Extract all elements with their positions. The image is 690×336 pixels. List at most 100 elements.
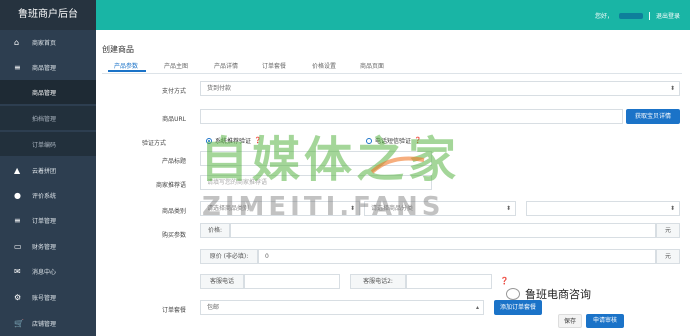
price-unit: 元 bbox=[656, 223, 680, 238]
sidebar-item-products[interactable]: ≡ 商品管理 bbox=[0, 55, 96, 79]
submit-review-button[interactable]: 申请审核 bbox=[586, 314, 624, 328]
category-placeholder: 请选择商品类别 bbox=[207, 205, 250, 212]
sidebar-item-label: 云着拼团 bbox=[32, 167, 57, 175]
cart-icon: 🛒 bbox=[14, 318, 24, 328]
sidebar-item-store[interactable]: 🛒 店铺管理 bbox=[0, 311, 96, 335]
sidebar-item-account[interactable]: ⚙ 账号管理 bbox=[0, 285, 96, 309]
select-arrow-icon: ▴ bbox=[475, 304, 479, 311]
title-input[interactable] bbox=[200, 151, 432, 166]
sidebar-item-label: 店铺管理 bbox=[32, 320, 57, 328]
category-placeholder: 请选择商品分类 bbox=[371, 205, 414, 212]
sidebar-item-finance[interactable]: ▭ 财务管理 bbox=[0, 234, 96, 258]
radio-checked-icon bbox=[206, 137, 212, 144]
active-tab-indicator bbox=[108, 70, 146, 72]
help-icon: ❓ bbox=[254, 137, 262, 144]
package-value: 包邮 bbox=[207, 304, 220, 311]
verify-option-sms[interactable]: 电话短信验证 ❓ bbox=[366, 136, 422, 145]
promo-label: 商家推荐语 bbox=[155, 182, 186, 189]
buy-label: 购买参数 bbox=[161, 232, 186, 239]
settings-icon: ⚙ bbox=[14, 292, 22, 302]
radio-label: 电话短信验证 bbox=[375, 138, 412, 145]
user-icon: ● bbox=[14, 190, 21, 200]
app-title: 鲁班商户后台 bbox=[0, 0, 96, 30]
sidebar-item-label: 账号管理 bbox=[32, 294, 57, 302]
main-content: 创建商品 产品参数 产品主图 产品详情 订单套餐 价格设置 商品页面 支付方式 … bbox=[96, 30, 690, 336]
mail-icon: ✉ bbox=[14, 266, 21, 276]
tab-detail[interactable]: 产品详情 bbox=[214, 61, 238, 70]
page-title: 创建商品 bbox=[102, 45, 134, 54]
phone-input[interactable] bbox=[244, 274, 340, 289]
sidebar-item-home[interactable]: ⌂ 商家首页 bbox=[0, 30, 96, 54]
radio-icon bbox=[366, 137, 372, 144]
sidebar-subitem-codes[interactable]: 订单编码 bbox=[0, 132, 96, 156]
help-icon: ❓ bbox=[500, 277, 509, 285]
username-badge[interactable] bbox=[618, 12, 643, 19]
package-select[interactable]: 包邮 ▴ bbox=[200, 300, 484, 315]
promo-input[interactable]: 请填写您的商家推荐语 bbox=[200, 175, 432, 190]
wechat-watermark: 鲁班电商咨询 bbox=[506, 286, 591, 302]
origin-price-unit: 元 bbox=[656, 249, 680, 264]
sidebar-item-label: 消息中心 bbox=[32, 268, 57, 276]
logout-link[interactable]: 退出登录 bbox=[656, 11, 680, 20]
tab-package[interactable]: 订单套餐 bbox=[262, 61, 286, 70]
pay-value: 货到付款 bbox=[207, 85, 232, 92]
sidebar-subitem-products[interactable]: 商品管理 bbox=[0, 80, 96, 104]
select-arrow-icon: ⬍ bbox=[505, 205, 511, 212]
category-select-2[interactable]: 请选择商品分类 ⬍ bbox=[364, 201, 516, 216]
category-select-3[interactable]: ⬍ bbox=[526, 201, 680, 216]
wallet-icon: ▭ bbox=[14, 241, 22, 251]
sidebar-item-label: 财务管理 bbox=[32, 243, 57, 251]
sidebar-subitem-partners[interactable]: 拍档管理 bbox=[0, 106, 96, 130]
url-label: 商品URL bbox=[162, 116, 186, 123]
fetch-detail-button[interactable]: 获取宝贝详情 bbox=[626, 109, 680, 124]
phone2-addon: 客服电话2: bbox=[350, 274, 406, 289]
category-select-1[interactable]: 请选择商品类别 ⬍ bbox=[200, 201, 360, 216]
verify-label: 验证方式 bbox=[141, 140, 166, 147]
home-icon: ⌂ bbox=[14, 37, 20, 47]
pay-select[interactable]: 货到付款 ⬍ bbox=[200, 81, 680, 96]
tab-page[interactable]: 商品页面 bbox=[360, 61, 384, 70]
tab-bar: 产品参数 产品主图 产品详情 订单套餐 价格设置 商品页面 bbox=[102, 58, 682, 74]
tab-price[interactable]: 价格设置 bbox=[312, 61, 336, 70]
sidebar-item-label: 订单管理 bbox=[32, 217, 57, 225]
title-label: 产品标题 bbox=[161, 158, 186, 165]
select-arrow-icon: ⬍ bbox=[669, 205, 675, 212]
promo-placeholder: 请填写您的商家推荐语 bbox=[207, 179, 268, 186]
sidebar-item-reviews[interactable]: ● 评价系统 bbox=[0, 183, 96, 207]
tab-main-image[interactable]: 产品主图 bbox=[164, 61, 188, 70]
sidebar-item-label: 商家首页 bbox=[32, 39, 57, 47]
radio-label: 系统推荐验证 bbox=[215, 138, 252, 145]
sidebar: 鲁班商户后台 ⌂ 商家首页 ≡ 商品管理 商品管理 拍档管理 订单编码 ▲ 云着… bbox=[0, 0, 96, 336]
wechat-icon bbox=[506, 288, 520, 300]
phone-addon: 客服电话 bbox=[200, 274, 244, 289]
price-addon: 价格: bbox=[200, 223, 230, 238]
add-package-button[interactable]: 添加订单套餐 bbox=[494, 300, 542, 315]
tab-params[interactable]: 产品参数 bbox=[114, 61, 138, 70]
origin-price-addon: 原价 (非必填): bbox=[200, 249, 258, 264]
sidebar-item-orders[interactable]: ≡ 订单管理 bbox=[0, 208, 96, 232]
save-button[interactable]: 保存 bbox=[558, 314, 582, 328]
wechat-name: 鲁班电商咨询 bbox=[525, 288, 591, 301]
top-bar: 您好， 退出登录 bbox=[96, 0, 690, 30]
list-icon: ≡ bbox=[14, 62, 21, 72]
select-arrow-icon: ⬍ bbox=[669, 85, 675, 92]
url-input[interactable] bbox=[200, 109, 623, 124]
phone2-input[interactable] bbox=[406, 274, 492, 289]
sidebar-item-label: 商品管理 bbox=[32, 64, 57, 72]
greeting-text: 您好， bbox=[594, 13, 613, 20]
orders-icon: ≡ bbox=[14, 215, 21, 225]
group-icon: ▲ bbox=[14, 165, 21, 175]
origin-price-input[interactable]: 0 bbox=[258, 249, 656, 264]
select-arrow-icon: ⬍ bbox=[349, 205, 355, 212]
divider bbox=[648, 11, 650, 20]
origin-price-value: 0 bbox=[265, 253, 269, 260]
verify-option-system[interactable]: 系统推荐验证 ❓ bbox=[206, 136, 262, 145]
sidebar-item-messages[interactable]: ✉ 消息中心 bbox=[0, 259, 96, 283]
category-label: 商品类别 bbox=[161, 208, 186, 215]
help-icon: ❓ bbox=[414, 137, 422, 144]
pay-label: 支付方式 bbox=[161, 88, 186, 95]
price-input[interactable] bbox=[230, 223, 656, 238]
sidebar-item-groupbuy[interactable]: ▲ 云着拼团 bbox=[0, 158, 96, 182]
top-bar-user: 您好， 退出登录 bbox=[595, 11, 680, 20]
sidebar-item-label: 评价系统 bbox=[32, 192, 57, 200]
